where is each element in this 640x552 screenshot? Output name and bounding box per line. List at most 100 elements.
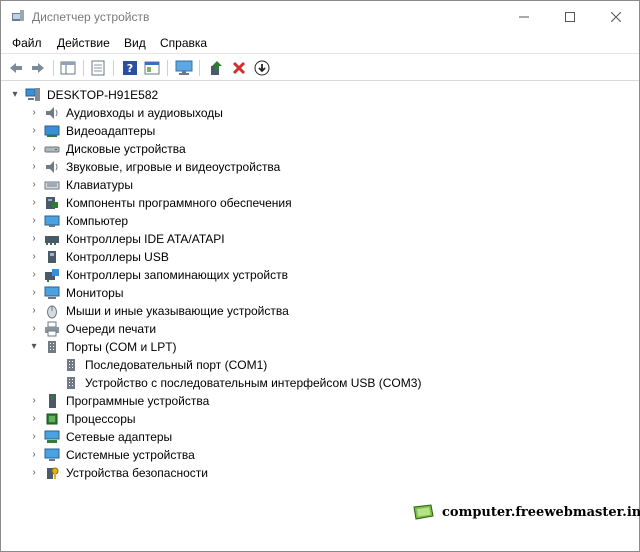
port-icon xyxy=(67,359,75,371)
watermark-text: computer.freewebmaster.info xyxy=(442,505,640,520)
tree-category[interactable]: › Контроллеры IDE ATA/ATAPI xyxy=(1,230,639,248)
expand-icon[interactable]: › xyxy=(29,431,39,443)
category-label: Контроллеры USB xyxy=(66,250,169,264)
expand-icon[interactable]: › xyxy=(29,287,39,299)
forward-icon xyxy=(32,63,44,73)
category-label: Клавиатуры xyxy=(66,178,133,192)
scan-hardware-button[interactable] xyxy=(175,59,193,77)
computer-icon xyxy=(44,215,60,227)
ide-controller-icon xyxy=(45,236,59,245)
tree-category[interactable]: › Сетевые адаптеры xyxy=(1,428,639,446)
category-label: Дисковые устройства xyxy=(66,142,186,156)
tree-category[interactable]: › Компоненты программного обеспечения xyxy=(1,194,639,212)
tree-category[interactable]: › Клавиатуры xyxy=(1,176,639,194)
menu-help[interactable]: Справка xyxy=(160,36,207,50)
minimize-icon xyxy=(519,16,529,17)
category-label: Очереди печати xyxy=(66,322,157,336)
console-tree-icon xyxy=(60,61,76,75)
disk-icon xyxy=(44,146,60,153)
printer-icon xyxy=(45,321,59,337)
tree-category[interactable]: › Мониторы xyxy=(1,284,639,302)
port-icon xyxy=(48,341,56,353)
maximize-button[interactable] xyxy=(547,1,593,32)
tree-category[interactable]: › Дисковые устройства xyxy=(1,140,639,158)
category-label: Мыши и иные указывающие устройства xyxy=(66,304,289,318)
device-manager-window: Диспетчер устройств Файл Действие Вид Сп… xyxy=(0,0,640,552)
category-label: Системные устройства xyxy=(66,448,195,462)
monitor-icon xyxy=(44,286,60,299)
toolbar-separator xyxy=(199,60,200,76)
properties-icon xyxy=(91,60,105,76)
tree-category[interactable]: › Процессоры xyxy=(1,410,639,428)
tree-category[interactable]: › Устройства безопасности xyxy=(1,464,639,482)
expand-icon[interactable]: › xyxy=(29,161,39,173)
expand-icon[interactable]: › xyxy=(29,233,39,245)
expand-icon[interactable]: › xyxy=(29,395,39,407)
monitor-icon xyxy=(175,60,193,75)
expand-icon[interactable]: › xyxy=(29,125,39,137)
help-button[interactable]: ? xyxy=(121,59,139,77)
minimize-button[interactable] xyxy=(501,1,547,32)
tree-category[interactable]: › Аудиовходы и аудиовыходы xyxy=(1,104,639,122)
port-icon xyxy=(67,377,75,389)
tree-device[interactable]: Устройство с последовательным интерфейсо… xyxy=(1,374,639,392)
tree-category[interactable]: › Мыши и иные указывающие устройства xyxy=(1,302,639,320)
maximize-icon xyxy=(565,11,575,22)
collapse-icon[interactable]: ▾ xyxy=(29,341,39,353)
computer-icon xyxy=(25,88,40,101)
window-title: Диспетчер устройств xyxy=(32,10,150,24)
tree-category[interactable]: › Очереди печати xyxy=(1,320,639,338)
show-hide-console-button[interactable] xyxy=(59,59,77,77)
watermark-logo-icon xyxy=(413,504,434,520)
tree-category[interactable]: › Контроллеры запоминающих устройств xyxy=(1,266,639,284)
tree-category[interactable]: › Контроллеры USB xyxy=(1,248,639,266)
expand-icon[interactable]: › xyxy=(29,467,39,479)
expand-icon[interactable]: › xyxy=(29,413,39,425)
expand-icon[interactable]: › xyxy=(29,305,39,317)
tree-category[interactable]: › Компьютер xyxy=(1,212,639,230)
category-label: Процессоры xyxy=(66,412,136,426)
tree-root[interactable]: ▾ DESKTOP-H91E582 xyxy=(1,86,639,104)
watermark: computer.freewebmaster.info xyxy=(409,500,640,524)
expand-icon[interactable]: › xyxy=(29,215,39,227)
mouse-icon xyxy=(47,305,57,319)
tree-category[interactable]: › Звуковые, игровые и видеоустройства xyxy=(1,158,639,176)
view-button[interactable] xyxy=(143,59,161,77)
collapse-icon[interactable]: ▾ xyxy=(10,89,20,101)
forward-button[interactable] xyxy=(29,59,47,77)
category-label: Контроллеры IDE ATA/ATAPI xyxy=(66,232,225,246)
toolbar-separator xyxy=(53,60,54,76)
install-button[interactable] xyxy=(253,59,271,77)
expand-icon[interactable]: › xyxy=(29,179,39,191)
category-label: Звуковые, игровые и видеоустройства xyxy=(66,160,281,174)
tree-category[interactable]: › Системные устройства xyxy=(1,446,639,464)
tree-category[interactable]: ▾ Порты (COM и LPT) xyxy=(1,338,639,356)
properties-button[interactable] xyxy=(89,59,107,77)
system-device-icon xyxy=(44,448,60,461)
expand-icon[interactable]: › xyxy=(29,323,39,335)
tree-category[interactable]: › Программные устройства xyxy=(1,392,639,410)
software-device-icon xyxy=(49,394,56,408)
category-label: Контроллеры запоминающих устройств xyxy=(66,268,288,282)
expand-icon[interactable]: › xyxy=(29,269,39,281)
menu-view[interactable]: Вид xyxy=(124,36,146,50)
back-button[interactable] xyxy=(7,59,25,77)
category-label: Устройства безопасности xyxy=(66,466,208,480)
menu-action[interactable]: Действие xyxy=(57,36,110,50)
expand-icon[interactable]: › xyxy=(29,107,39,119)
device-label: Последовательный порт (COM1) xyxy=(85,358,268,372)
tree-device[interactable]: Последовательный порт (COM1) xyxy=(1,356,639,374)
category-label: Аудиовходы и аудиовыходы xyxy=(66,106,223,120)
expand-icon[interactable]: › xyxy=(29,143,39,155)
update-driver-button[interactable] xyxy=(207,59,225,77)
menu-file[interactable]: Файл xyxy=(12,36,42,50)
tree-category[interactable]: › Видеоадаптеры xyxy=(1,122,639,140)
close-button[interactable] xyxy=(593,1,639,32)
expand-icon[interactable]: › xyxy=(29,449,39,461)
expand-icon[interactable]: › xyxy=(29,251,39,263)
category-label: Видеоадаптеры xyxy=(66,124,156,138)
expand-icon[interactable]: › xyxy=(29,197,39,209)
remove-device-button[interactable] xyxy=(230,59,248,77)
root-computer-label: DESKTOP-H91E582 xyxy=(47,88,159,102)
category-label: Компьютер xyxy=(66,214,129,228)
